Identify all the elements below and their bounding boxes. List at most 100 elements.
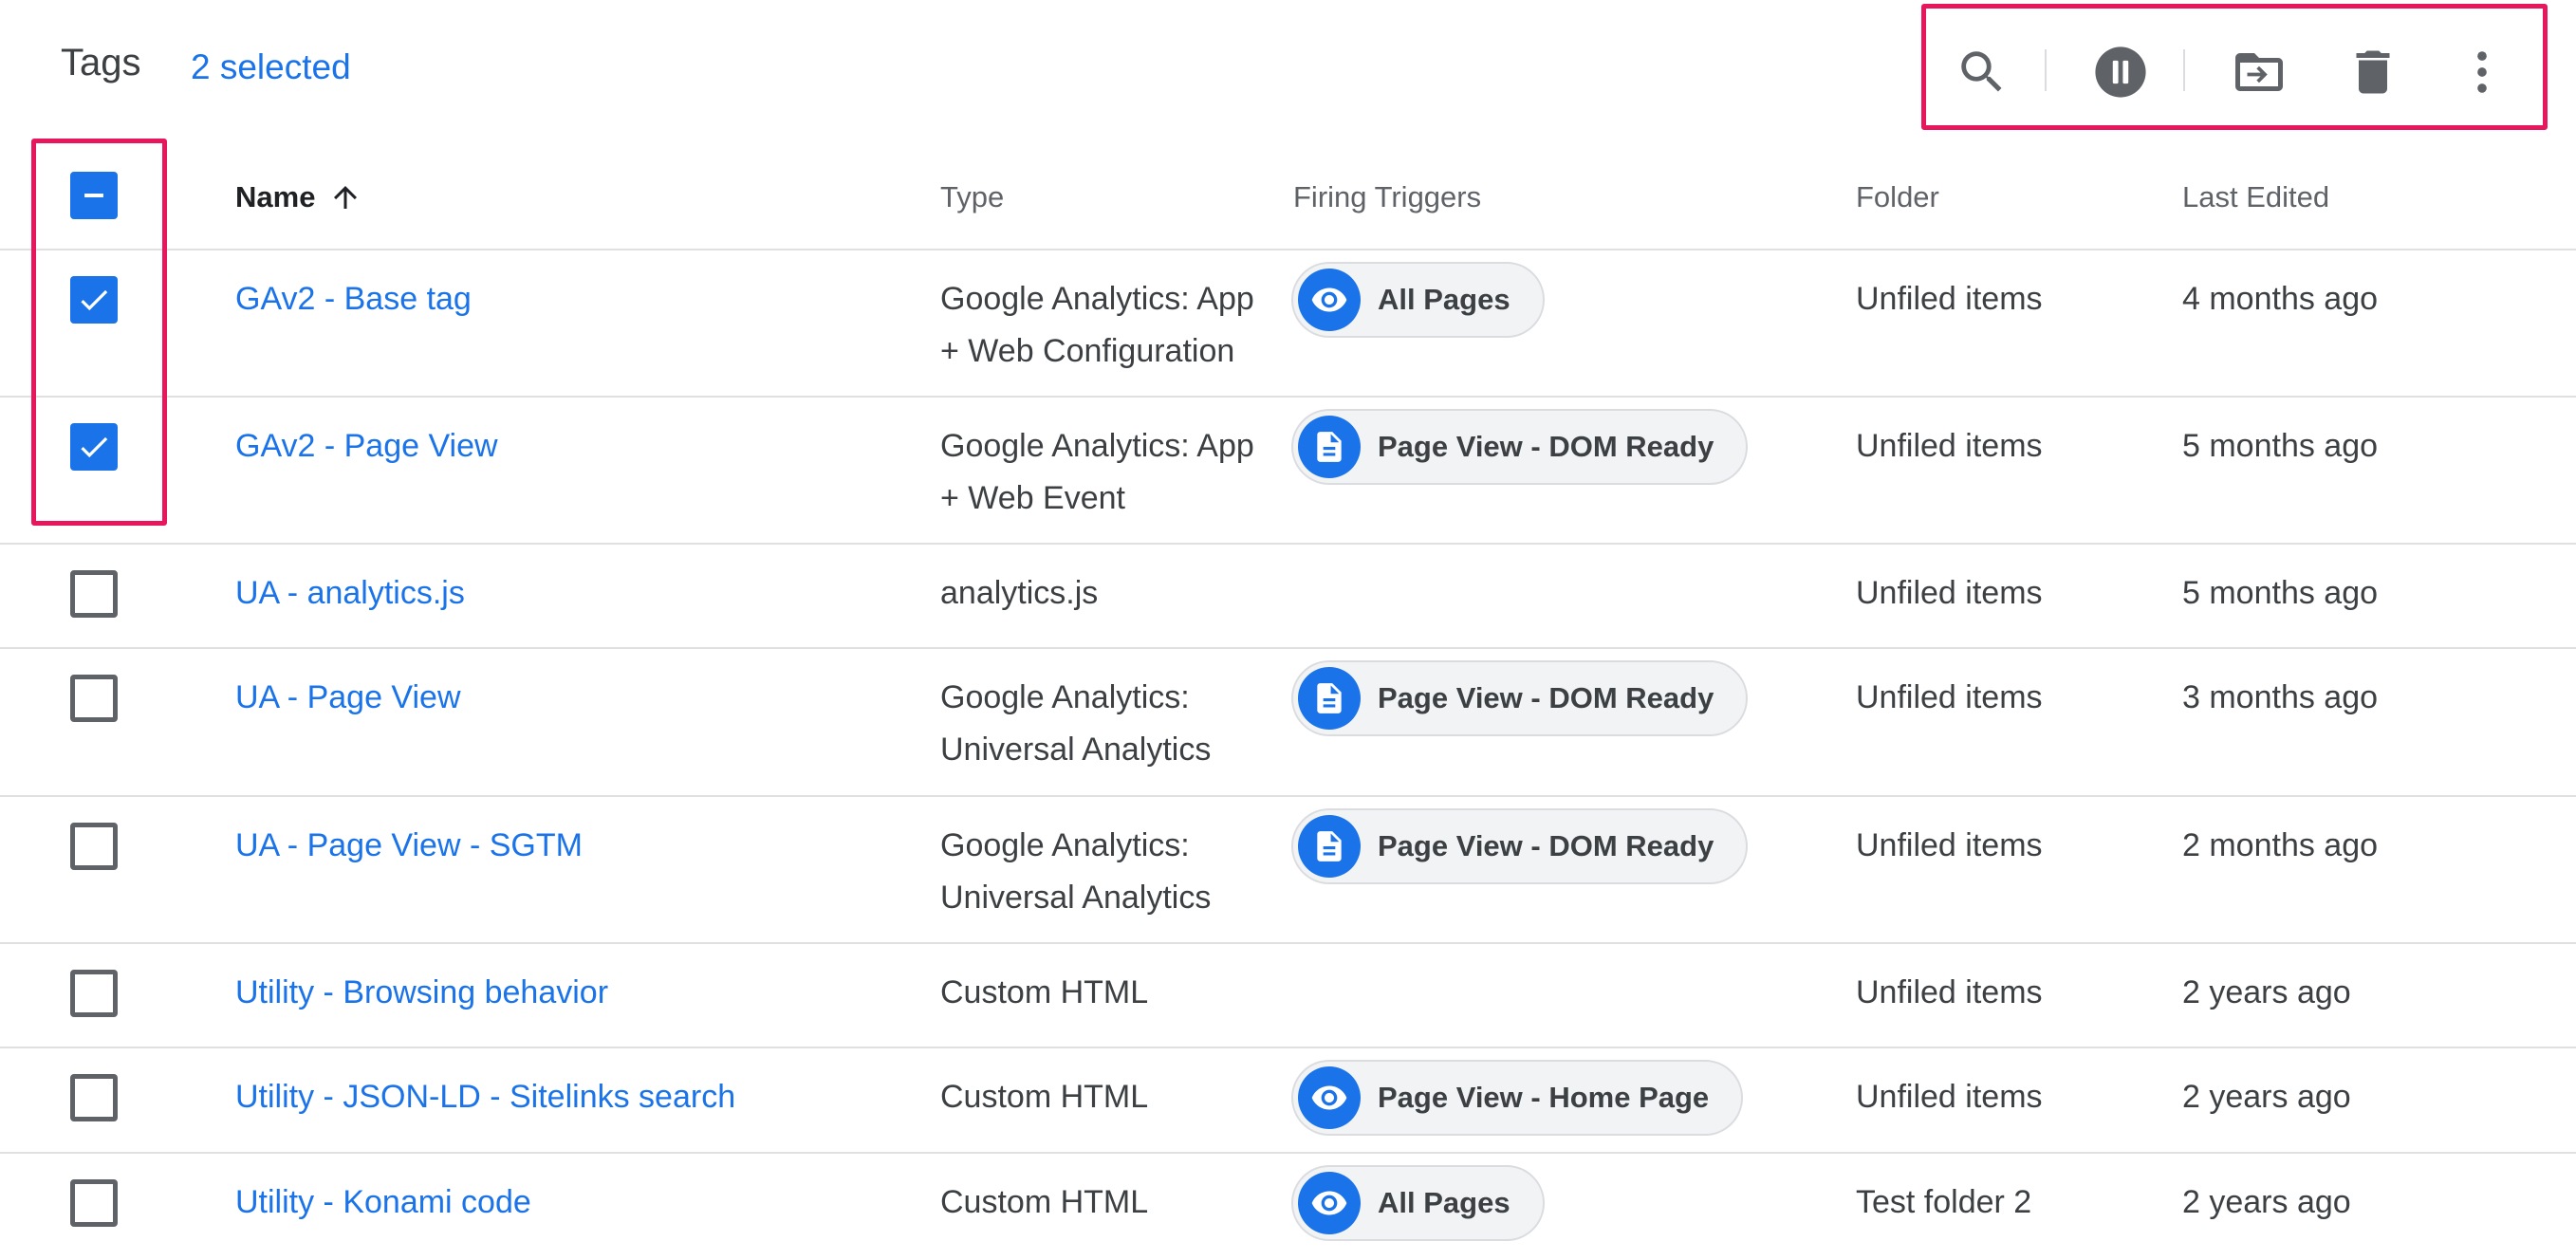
checkmark-icon [81,436,108,458]
tag-type-line: + Web Event [940,480,1125,516]
column-header-type[interactable]: Type [940,180,1004,214]
tag-last-edited: 2 years ago [2182,974,2351,1010]
tag-name-link[interactable]: GAv2 - Page View [235,420,498,472]
row-divider [0,1047,2576,1048]
tag-last-edited: 2 months ago [2182,827,2379,863]
table-row[interactable]: UA - analytics.js analytics.js Unfiled ite… [0,543,2576,647]
trigger-icon [1298,667,1361,730]
tag-type-line: Google Analytics: [940,679,1190,715]
row-checkbox[interactable] [70,423,118,471]
tag-type-line: Google Analytics: App [940,281,1254,317]
table-row[interactable]: Utility - Browsing behavior Custom HTML Un… [0,942,2576,1047]
tag-name-link[interactable]: GAv2 - Base tag [235,273,472,325]
tag-name-link[interactable]: UA - analytics.js [235,567,465,620]
tag-type: Custom HTML [940,1071,1291,1123]
document-icon [1317,683,1342,713]
firing-trigger-chip[interactable]: Page View - DOM Ready [1291,409,1749,485]
table-row[interactable]: Utility - Konami code Custom HTML All Page… [0,1152,2576,1260]
table-row[interactable]: UA - Page View Google Analytics: Universal… [0,647,2576,795]
tag-last-edited: 2 years ago [2182,1079,2351,1115]
selection-count: 2 selected [191,47,351,86]
table-row[interactable]: GAv2 - Page View Google Analytics: App + W… [0,396,2576,543]
tag-name-link[interactable]: Utility - Browsing behavior [235,967,608,1019]
row-divider [0,647,2576,649]
trigger-icon [1298,269,1361,331]
tag-type-line: Custom HTML [940,1184,1149,1220]
table-row[interactable]: Utility - JSON-LD - Sitelinks search Cust… [0,1047,2576,1152]
tag-type-line: Google Analytics: App [940,428,1254,464]
eye-icon [1311,1085,1347,1110]
row-checkbox[interactable] [70,970,118,1017]
row-divider [0,249,2576,250]
tag-last-edited: 2 years ago [2182,1184,2351,1220]
page-title: Tags [61,42,141,83]
checkmark-icon [81,289,108,311]
row-divider [0,795,2576,797]
column-header-folder[interactable]: Folder [1856,180,1939,214]
toolbar-divider [2183,49,2185,91]
trigger-label: All Pages [1378,1186,1510,1219]
trigger-icon [1298,1172,1361,1234]
trigger-label: Page View - Home Page [1378,1081,1710,1114]
tag-type: Google Analytics: Universal Analytics [940,672,1291,776]
move-to-folder-button[interactable] [2225,38,2293,106]
row-divider [0,1152,2576,1154]
tag-last-edited: 5 months ago [2182,575,2379,611]
search-button[interactable] [1948,38,2016,106]
delete-button[interactable] [2339,38,2407,106]
tags-panel: Tags 2 selected Name Type Firing Trigger… [0,0,2576,1260]
trigger-label: Page View - DOM Ready [1378,681,1714,714]
indeterminate-icon [84,194,103,197]
table-row[interactable]: GAv2 - Base tag Google Analytics: App + We… [0,249,2576,396]
firing-trigger-chip[interactable]: Page View - DOM Ready [1291,660,1749,736]
tag-type-line: Universal Analytics [940,880,1212,916]
bulk-actions-toolbar [1921,0,2548,130]
firing-trigger-chip[interactable]: All Pages [1291,262,1545,338]
column-header-last-edited[interactable]: Last Edited [2182,180,2329,214]
row-divider [0,942,2576,944]
tag-folder: Unfiled items [1856,575,2043,611]
row-checkbox[interactable] [70,675,118,722]
tag-type: Google Analytics: Universal Analytics [940,820,1291,924]
row-checkbox[interactable] [70,1074,118,1121]
tag-type: Google Analytics: App + Web Event [940,420,1291,525]
tag-type: Custom HTML [940,967,1291,1019]
document-icon [1317,831,1342,862]
tag-folder: Unfiled items [1856,974,2043,1010]
tag-type-line: Google Analytics: [940,827,1190,863]
sort-ascending-icon [334,186,358,209]
tag-name-link[interactable]: Utility - Konami code [235,1177,531,1229]
trigger-icon [1298,416,1361,478]
select-all-checkbox[interactable] [70,172,118,219]
row-divider [0,543,2576,545]
firing-trigger-chip[interactable]: Page View - Home Page [1291,1060,1744,1136]
row-checkbox[interactable] [70,570,118,618]
firing-trigger-chip[interactable]: All Pages [1291,1165,1545,1241]
firing-trigger-chip[interactable]: Page View - DOM Ready [1291,808,1749,884]
delete-icon [2356,50,2390,94]
more-options-button[interactable] [2448,38,2516,106]
tag-name-link[interactable]: Utility - JSON-LD - Sitelinks search [235,1071,735,1123]
table-row[interactable]: UA - Page View - SGTM Google Analytics: Un… [0,795,2576,942]
tag-type-line: + Web Configuration [940,333,1235,369]
row-checkbox[interactable] [70,276,118,324]
column-header-triggers[interactable]: Firing Triggers [1293,180,1481,214]
row-checkbox[interactable] [70,1179,118,1227]
tag-name-link[interactable]: UA - Page View [235,672,461,724]
search-icon [1961,51,2002,92]
tag-last-edited: 5 months ago [2182,428,2379,464]
tag-type-line: analytics.js [940,575,1099,611]
pause-icon [2095,46,2146,98]
tag-name-link[interactable]: UA - Page View - SGTM [235,820,583,872]
eye-icon [1311,287,1347,312]
column-header-name[interactable]: Name [235,180,362,214]
row-checkbox[interactable] [70,823,118,870]
pause-button[interactable] [2086,38,2155,106]
column-name-label: Name [235,180,316,213]
tag-type: Google Analytics: App + Web Configuration [940,273,1291,378]
more-vert-icon [2477,51,2487,93]
trigger-label: All Pages [1378,283,1510,316]
move-to-folder-icon [2235,53,2283,91]
trigger-label: Page View - DOM Ready [1378,430,1714,463]
toolbar-divider [2045,49,2047,91]
